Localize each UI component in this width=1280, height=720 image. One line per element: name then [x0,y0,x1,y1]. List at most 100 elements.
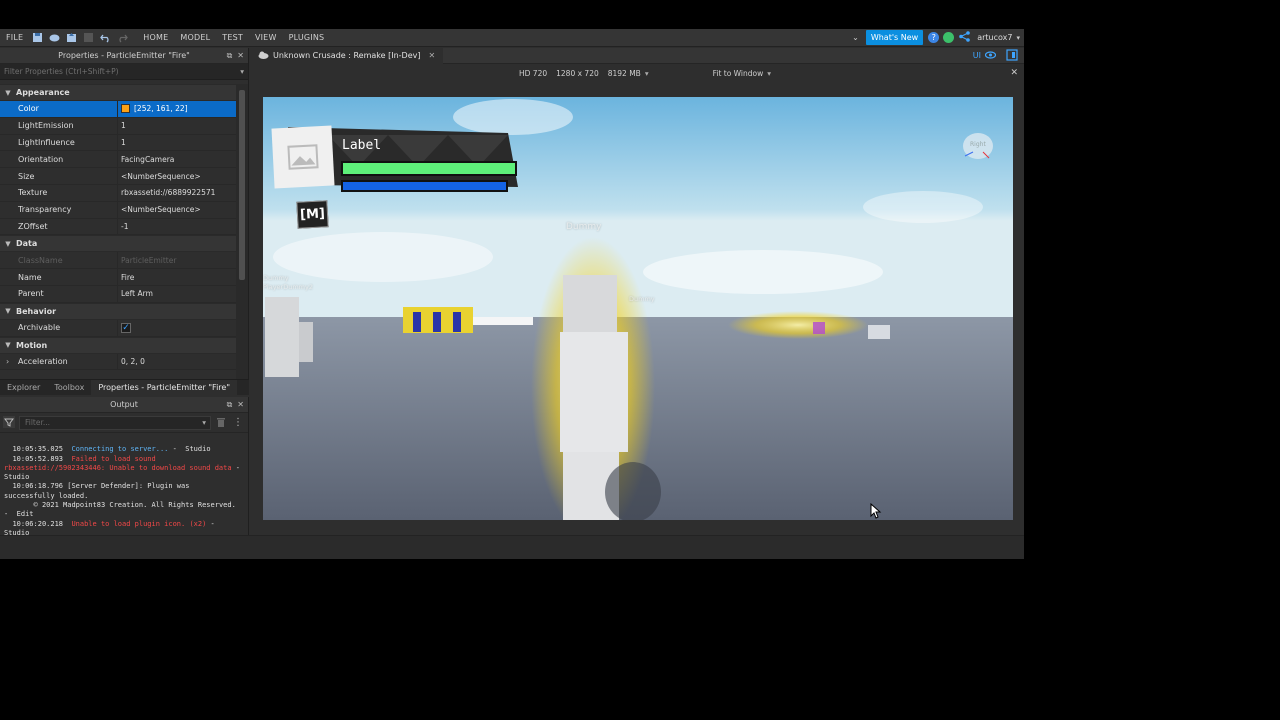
view-cube[interactable]: Right [961,132,995,162]
publish-icon[interactable] [49,32,60,43]
property-value[interactable]: Left Arm [118,286,237,302]
property-row-transparency[interactable]: Transparency <NumberSequence> [0,201,237,219]
property-value[interactable]: 0, 2, 0 [118,354,237,370]
tab-view[interactable]: VIEW [249,33,283,42]
property-key: Transparency [0,201,118,218]
tab-properties[interactable]: Properties - ParticleEmitter "Fire" [91,379,238,396]
fit-select[interactable]: Fit to Window [713,69,764,78]
output-title-bar: Output ⧉ ✕ [0,397,248,413]
collapse-icon[interactable]: ▼ [0,307,16,315]
properties-title: Properties - ParticleEmitter "Fire" [58,51,190,60]
property-value[interactable]: Fire [118,269,237,285]
tab-test[interactable]: TEST [216,33,249,42]
property-row-lightinfluence[interactable]: LightInfluence 1 [0,134,237,152]
share-icon[interactable] [959,31,971,44]
output-title: Output [110,400,138,409]
property-value[interactable]: [252, 161, 22] [134,104,188,113]
health-bar [341,161,517,176]
file-menu[interactable]: FILE [0,33,29,42]
property-row-orientation[interactable]: Orientation FacingCamera [0,151,237,169]
properties-scrollbar[interactable] [236,84,248,394]
undo-icon[interactable] [100,32,111,43]
game-viewport[interactable]: Label [M] Dummy Dummy PlayerDummy2 Dummy… [263,97,1013,520]
logo-badge: [M] [296,200,329,229]
undock-icon[interactable]: ⧉ [227,51,233,61]
property-row-name[interactable]: Name Fire [0,269,237,286]
tab-explorer[interactable]: Explorer [0,380,47,396]
section-motion[interactable]: ▼ Motion [0,336,237,354]
ui-toggle-label: UI [972,51,981,60]
device-emulator-icon[interactable] [1006,48,1018,63]
property-value[interactable]: FacingCamera [118,151,237,167]
distant-effects [728,311,868,339]
output-filter-input[interactable]: Filter... ▾ [19,415,211,430]
tab-place[interactable]: Unknown Crusade : Remake [In-Dev] ✕ [250,47,444,64]
status-icon[interactable] [943,32,955,43]
close-icon[interactable]: ✕ [237,51,244,61]
filter-icon[interactable] [3,415,15,430]
chevron-down-icon[interactable]: ⌄ [852,33,859,42]
save-icon[interactable] [32,32,43,43]
filter-dropdown-icon[interactable]: ▾ [240,67,244,76]
ui-toggle-button[interactable]: UI [972,48,1024,63]
character-head [563,275,617,335]
property-row-size[interactable]: Size <NumberSequence> [0,168,237,185]
property-value[interactable]: <NumberSequence> [118,202,237,218]
undock-icon[interactable]: ⧉ [227,400,233,410]
property-key: Acceleration [18,356,68,366]
property-value[interactable]: rbxassetid://6889922571 [118,185,237,201]
whats-new-button[interactable]: What's New [865,30,924,45]
property-value[interactable]: <NumberSequence> [118,168,237,184]
help-icon[interactable]: ? [928,32,940,43]
property-key: Parent [0,285,118,302]
property-value[interactable]: 1 [118,135,237,151]
close-icon[interactable]: ✕ [237,400,244,410]
redo-icon[interactable] [117,32,129,43]
memory-dropdown-icon[interactable]: ▾ [645,69,649,78]
collapse-icon[interactable]: ▼ [0,240,16,248]
tab-toolbox[interactable]: Toolbox [47,380,91,396]
property-row-acceleration[interactable]: › Acceleration 0, 2, 0 [0,353,237,371]
tab-home[interactable]: HOME [137,33,174,42]
property-row-archivable[interactable]: Archivable ✓ [0,319,237,337]
section-data[interactable]: ▼ Data [0,235,237,253]
collapse-icon[interactable]: ▼ [0,89,16,97]
properties-title-bar: Properties - ParticleEmitter "Fire" ⧉ ✕ [0,48,248,64]
property-row-lightemission[interactable]: LightEmission 1 [0,117,237,135]
property-key: LightEmission [0,117,118,134]
properties-filter-input[interactable]: Filter Properties (Ctrl+Shift+P) ▾ [0,64,248,80]
property-row-classname[interactable]: ClassName ParticleEmitter [0,252,237,270]
section-label: Appearance [16,88,70,97]
property-row-zoffset[interactable]: ZOffset -1 [0,218,237,236]
section-behavior[interactable]: ▼ Behavior [0,302,237,320]
property-key: Texture [0,184,118,201]
property-key: Archivable [0,319,118,336]
more-options-icon[interactable]: ⋮ [231,417,245,428]
resolution-label[interactable]: HD 720 [519,69,547,78]
memory-label[interactable]: 8192 MB [608,69,641,78]
tab-plugins[interactable]: PLUGINS [283,33,331,42]
tab-model[interactable]: MODEL [174,33,216,42]
expand-icon[interactable]: › [6,357,18,366]
upload-icon[interactable] [66,32,77,43]
trash-icon[interactable] [215,416,227,430]
scrollbar-thumb[interactable] [239,90,245,280]
status-strip [0,535,1024,559]
user-name[interactable]: artucox7 [977,33,1012,42]
archivable-checkbox[interactable]: ✓ [121,322,131,333]
filter-dropdown-icon[interactable]: ▾ [202,418,206,427]
property-row-texture[interactable]: Texture rbxassetid://6889922571 [0,184,237,202]
tab-title: Unknown Crusade : Remake [In-Dev] [273,51,421,60]
property-row-color[interactable]: Color [252, 161, 22] [0,101,237,118]
nametag-dummy: Dummy [566,222,602,232]
property-row-parent[interactable]: Parent Left Arm [0,285,237,303]
property-value[interactable]: -1 [118,219,237,235]
close-emulation-icon[interactable]: ✕ [1010,68,1018,78]
color-swatch[interactable] [121,104,130,114]
close-icon[interactable]: ✕ [428,51,435,60]
property-value[interactable]: 1 [118,118,237,134]
collapse-icon[interactable]: ▼ [0,341,16,349]
fit-dropdown-icon[interactable]: ▾ [767,69,771,78]
user-dropdown-icon[interactable]: ▾ [1016,34,1020,42]
section-appearance[interactable]: ▼ Appearance [0,84,237,101]
